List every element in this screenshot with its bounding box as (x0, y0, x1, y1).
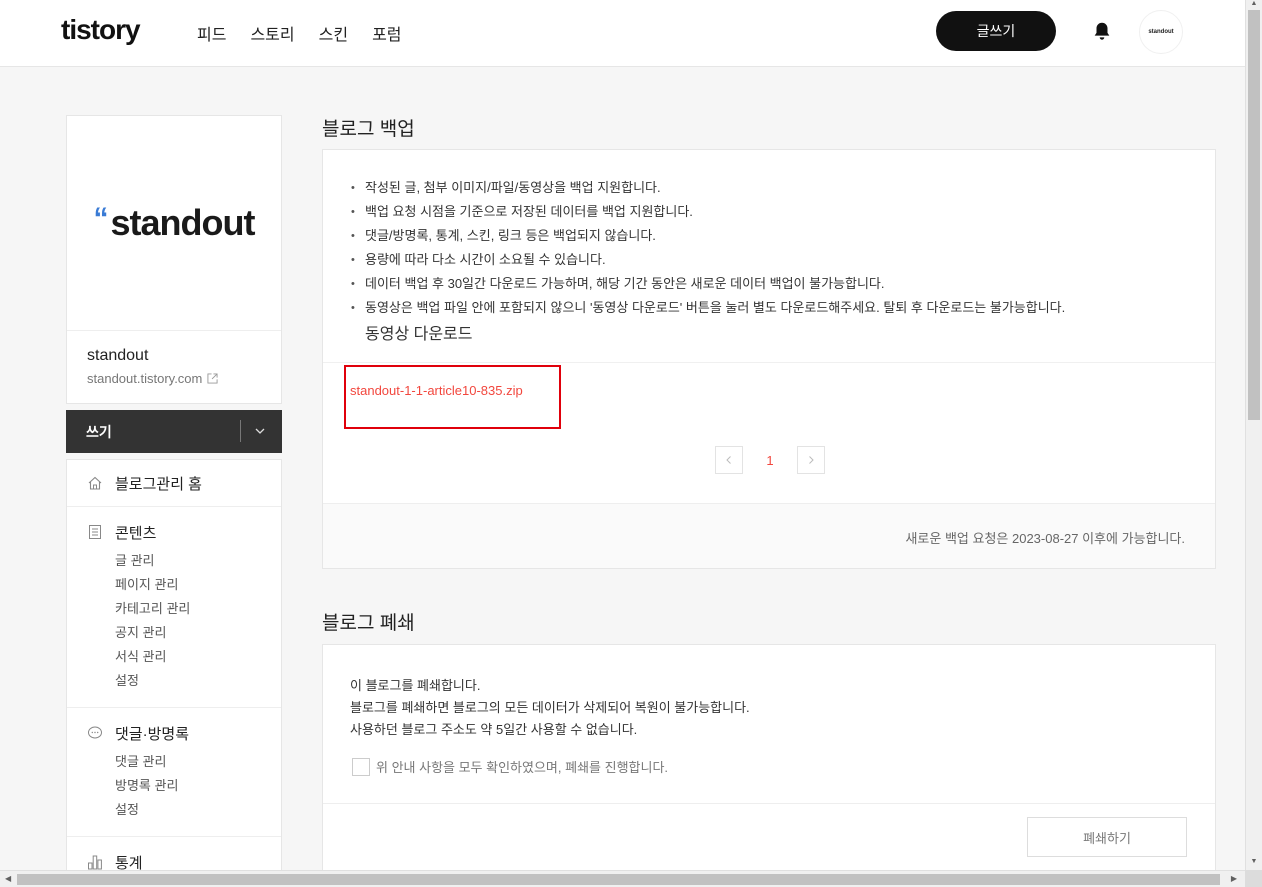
close-blog-button[interactable]: 폐쇄하기 (1027, 817, 1187, 857)
horizontal-scrollbar[interactable]: ◀ ▶ (0, 870, 1245, 887)
sidebar: “standout standout standout.tistory.com … (66, 115, 282, 878)
scroll-left-arrow-icon[interactable]: ◀ (5, 874, 11, 883)
prev-page-button[interactable] (715, 446, 743, 474)
agree-checkbox[interactable] (352, 757, 370, 776)
menu-group-contents-title: 콘텐츠 (115, 524, 157, 542)
scroll-up-arrow-icon[interactable]: ▲ (1249, 0, 1259, 8)
comments-submenu: 댓글 관리 방명록 관리 설정 (67, 750, 281, 822)
scrollbar-corner (1245, 870, 1262, 887)
sidebar-item-comments-settings[interactable]: 설정 (67, 798, 281, 822)
menu-group-comments-header[interactable]: 댓글·방명록 (67, 722, 281, 744)
backup-note: 용량에 따라 다소 시간이 소요될 수 있습니다. (351, 248, 1215, 272)
blog-logo-text: standout (110, 202, 256, 243)
close-line: 블로그를 폐쇄하면 블로그의 모든 데이터가 삭제되어 복원이 불가능합니다. (350, 700, 750, 715)
write-post-button[interactable]: 글쓰기 (936, 11, 1056, 51)
nav-story[interactable]: 스토리 (250, 21, 294, 45)
chevron-down-icon[interactable] (253, 424, 267, 438)
agree-checkbox-row[interactable]: 위 안내 사항을 모두 확인하였으며, 폐쇄를 진행합니다. (352, 757, 1215, 776)
backup-file-area: standout-1-1-article10-835.zip 1 (323, 362, 1215, 504)
menu-group-contents-header[interactable]: 콘텐츠 (67, 521, 281, 543)
backup-note: 작성된 글, 첨부 이미지/파일/동영상을 백업 지원합니다. (351, 176, 1215, 200)
backup-notes: 작성된 글, 첨부 이미지/파일/동영상을 백업 지원합니다. 백업 요청 시점… (323, 150, 1215, 320)
backup-availability-note: 새로운 백업 요청은 2023-08-27 이후에 가능합니다. (905, 531, 1185, 546)
page-number[interactable]: 1 (743, 453, 797, 468)
sidebar-item-home-label: 블로그관리 홈 (115, 475, 202, 493)
vertical-scroll-thumb[interactable] (1248, 10, 1260, 420)
close-panel: 이 블로그를 폐쇄합니다. 블로그를 폐쇄하면 블로그의 모든 데이터가 삭제되… (322, 644, 1216, 884)
menu-group-comments: 댓글·방명록 댓글 관리 방명록 관리 설정 (67, 708, 281, 837)
blog-url-link[interactable]: standout.tistory.com (87, 371, 261, 386)
blog-logo: “standout (93, 202, 256, 243)
sidebar-item-contents-settings[interactable]: 설정 (67, 669, 281, 693)
chevron-right-icon (809, 456, 814, 464)
blog-info: standout standout.tistory.com (67, 331, 281, 403)
backup-note: 댓글/방명록, 통계, 스킨, 링크 등은 백업되지 않습니다. (351, 224, 1215, 248)
menu-group-comments-title: 댓글·방명록 (115, 725, 189, 743)
close-line: 사용하던 블로그 주소도 약 5일간 사용할 수 없습니다. (350, 722, 638, 737)
top-bar: tistory 피드 스토리 스킨 포럼 글쓰기 standout (0, 0, 1245, 67)
home-icon (88, 476, 102, 490)
pagination: 1 (715, 446, 825, 474)
scroll-down-arrow-icon[interactable]: ▼ (1249, 858, 1259, 866)
video-download-link[interactable]: 동영상 다운로드 (323, 326, 473, 343)
avatar-label: standout (1148, 29, 1174, 35)
tistory-logo[interactable]: tistory (61, 14, 141, 46)
sidebar-item-pages[interactable]: 페이지 관리 (67, 573, 281, 597)
backup-note: 동영상은 백업 파일 안에 포함되지 않으니 '동영상 다운로드' 버튼을 눌러… (351, 296, 1215, 320)
contents-submenu: 글 관리 페이지 관리 카테고리 관리 공지 관리 서식 관리 설정 (67, 549, 281, 693)
chevron-left-icon (726, 456, 731, 464)
speech-bubble-icon (88, 726, 102, 739)
scroll-right-arrow-icon[interactable]: ▶ (1231, 874, 1237, 883)
sidebar-item-home[interactable]: 블로그관리 홈 (67, 460, 281, 507)
close-section-title: 블로그 폐쇄 (322, 613, 415, 634)
close-divider (323, 803, 1215, 804)
sidebar-item-posts[interactable]: 글 관리 (67, 549, 281, 573)
backup-section-title: 블로그 백업 (322, 119, 415, 140)
avatar[interactable]: standout (1139, 10, 1183, 54)
external-link-icon (207, 373, 218, 384)
sidebar-item-comments[interactable]: 댓글 관리 (67, 750, 281, 774)
backup-note: 백업 요청 시점을 기준으로 저장된 데이터를 백업 지원합니다. (351, 200, 1215, 224)
blog-url-text: standout.tistory.com (87, 371, 203, 386)
blog-name: standout (87, 347, 149, 364)
document-icon (89, 525, 101, 539)
global-nav: 피드 스토리 스킨 포럼 (197, 21, 402, 45)
sidebar-item-templates[interactable]: 서식 관리 (67, 645, 281, 669)
bar-chart-icon (88, 855, 102, 870)
menu-group-contents: 콘텐츠 글 관리 페이지 관리 카테고리 관리 공지 관리 서식 관리 설정 (67, 507, 281, 708)
blog-thumbnail[interactable]: “standout (67, 116, 281, 331)
backup-file-link[interactable]: standout-1-1-article10-835.zip (350, 383, 523, 398)
admin-menu: 블로그관리 홈 콘텐츠 글 관리 페이지 관리 카테고리 관리 공지 관리 서식… (66, 459, 282, 878)
backup-note: 데이터 백업 후 30일간 다운로드 가능하며, 해당 기간 동안은 새로운 데… (351, 272, 1215, 296)
sidebar-item-categories[interactable]: 카테고리 관리 (67, 597, 281, 621)
nav-skin[interactable]: 스킨 (319, 21, 348, 45)
next-page-button[interactable] (797, 446, 825, 474)
agree-label: 위 안내 사항을 모두 확인하였으며, 폐쇄를 진행합니다. (376, 760, 669, 775)
horizontal-scroll-thumb[interactable] (17, 874, 1220, 885)
vertical-scrollbar[interactable]: ▲ ▼ (1245, 0, 1262, 870)
write-bar-divider (240, 420, 241, 442)
sidebar-write-bar[interactable]: 쓰기 (66, 410, 282, 453)
sidebar-item-notices[interactable]: 공지 관리 (67, 621, 281, 645)
sidebar-write-label: 쓰기 (86, 423, 112, 440)
sidebar-item-guestbook[interactable]: 방명록 관리 (67, 774, 281, 798)
backup-panel: 작성된 글, 첨부 이미지/파일/동영상을 백업 지원합니다. 백업 요청 시점… (322, 149, 1216, 569)
backup-panel-footer: 새로운 백업 요청은 2023-08-27 이후에 가능합니다. (323, 503, 1215, 568)
close-line: 이 블로그를 폐쇄합니다. (350, 678, 481, 693)
close-description: 이 블로그를 폐쇄합니다. 블로그를 폐쇄하면 블로그의 모든 데이터가 삭제되… (323, 645, 1215, 741)
nav-feed[interactable]: 피드 (197, 21, 226, 45)
blog-card: “standout standout standout.tistory.com (66, 115, 282, 404)
nav-forum[interactable]: 포럼 (372, 21, 401, 45)
bell-icon[interactable] (1091, 20, 1113, 42)
